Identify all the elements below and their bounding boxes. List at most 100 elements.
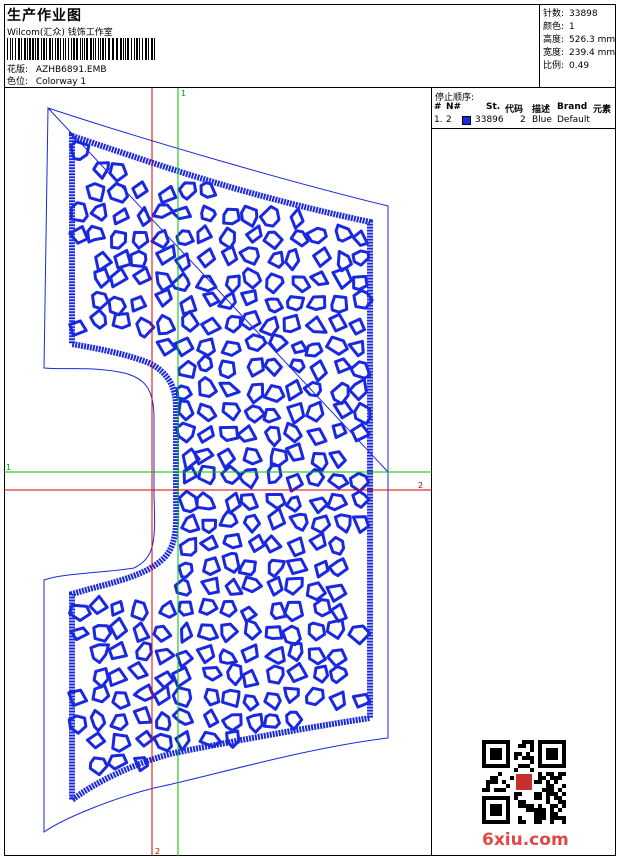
lace-cell bbox=[218, 359, 237, 380]
lace-cell bbox=[91, 683, 111, 704]
row-stitches: 33896 bbox=[475, 115, 504, 125]
stat-value: 239.4 mm bbox=[569, 48, 616, 58]
lace-cell bbox=[151, 203, 175, 219]
lace-cell bbox=[67, 714, 88, 735]
lace-cell bbox=[177, 489, 199, 514]
stat-scale: 比例: 0.49 bbox=[543, 58, 589, 71]
lace-cell bbox=[135, 729, 155, 748]
lace-cell bbox=[350, 422, 371, 443]
lace-cell bbox=[177, 359, 197, 379]
lace-cell bbox=[69, 139, 91, 161]
lace-cell bbox=[328, 665, 349, 685]
color-swatch bbox=[462, 116, 471, 125]
lace-cell bbox=[264, 425, 282, 448]
lace-cell bbox=[286, 536, 306, 558]
lace-cell bbox=[175, 649, 194, 669]
lace-cell bbox=[108, 162, 128, 183]
lace-cell bbox=[349, 360, 372, 380]
lace-cell bbox=[201, 518, 218, 535]
lace-cell bbox=[240, 605, 258, 623]
lace-cell bbox=[155, 711, 172, 732]
lace-cell bbox=[246, 712, 264, 734]
lace-cell bbox=[351, 490, 371, 509]
lace-cell bbox=[201, 666, 223, 682]
lace-cell bbox=[284, 576, 304, 596]
lace-cell bbox=[328, 535, 346, 556]
lace-cell bbox=[267, 558, 286, 578]
lace-cell bbox=[304, 315, 328, 334]
lace-cell bbox=[262, 230, 284, 251]
lace-cell bbox=[267, 250, 285, 269]
lace-cell bbox=[222, 207, 241, 226]
lace-cell bbox=[309, 270, 330, 287]
lace-cell bbox=[283, 421, 303, 444]
lace-cell bbox=[258, 315, 280, 337]
red-horizontal-label: 2 bbox=[418, 481, 423, 490]
lace-cell bbox=[310, 514, 332, 535]
lace-cell bbox=[285, 495, 302, 513]
design-stats: 针数: 33898 颜色: 1 高度: 526.3 mm 宽度: 239.4 mm 比例… bbox=[540, 4, 616, 88]
lace-cell bbox=[226, 662, 243, 687]
lace-cell bbox=[329, 602, 348, 623]
lace-cell bbox=[106, 182, 129, 204]
lace-cell bbox=[265, 493, 287, 510]
stat-width: 宽度: 239.4 mm bbox=[543, 45, 615, 58]
lace-cell bbox=[242, 447, 263, 466]
stat-label: 针数: bbox=[543, 9, 565, 19]
lace-cell bbox=[107, 295, 127, 317]
lace-cell bbox=[111, 691, 131, 710]
lace-cell bbox=[203, 687, 221, 707]
stat-height: 高度: 526.3 mm bbox=[543, 32, 615, 45]
lace-cell bbox=[202, 291, 221, 308]
col-code: 代码 bbox=[505, 105, 524, 115]
lace-cell bbox=[171, 665, 192, 689]
lace-cell bbox=[152, 732, 173, 753]
lace-cell bbox=[174, 421, 197, 444]
lace-cell bbox=[197, 464, 216, 486]
lace-cell bbox=[154, 670, 175, 690]
lace-cell bbox=[109, 713, 129, 732]
lace-cell bbox=[334, 357, 353, 374]
lace-cell bbox=[127, 661, 149, 680]
lace-cell bbox=[262, 384, 286, 403]
lace-cell bbox=[132, 706, 153, 725]
lace-cell bbox=[285, 378, 304, 402]
lace-cell bbox=[308, 496, 329, 515]
embroidery-design[interactable]: 1 1 2 2 bbox=[4, 88, 432, 856]
lace-cell bbox=[182, 465, 199, 485]
lace-cell bbox=[221, 551, 241, 574]
lace-cell bbox=[86, 224, 106, 244]
lace-cell bbox=[243, 618, 262, 641]
lace-cell bbox=[89, 709, 107, 733]
lace-cell bbox=[351, 229, 369, 247]
lace-cell bbox=[110, 229, 128, 250]
lace-cell bbox=[269, 601, 288, 621]
lace-cell bbox=[150, 228, 170, 250]
lace-cell bbox=[135, 316, 156, 339]
stop-sequence-row[interactable]: 1. 2 33896 2 Blue Default bbox=[432, 115, 616, 126]
lace-cell bbox=[111, 732, 132, 753]
lace-cell bbox=[154, 647, 176, 666]
stat-label: 宽度: bbox=[543, 48, 565, 58]
green-vertical-label: 1 bbox=[181, 89, 186, 98]
lace-cell bbox=[239, 204, 259, 228]
design-preview[interactable]: 1 1 2 2 bbox=[4, 88, 432, 856]
lace-cell bbox=[224, 274, 241, 294]
lace-cell bbox=[239, 310, 262, 331]
header-info: 生产作业图 Wilcom(汇众) 钱饰工作室 花版: AZHB6891.EMB … bbox=[4, 4, 540, 88]
lace-cell bbox=[348, 471, 371, 493]
lace-cell bbox=[313, 598, 332, 618]
stat-value: 526.3 mm bbox=[569, 35, 616, 45]
lace-cell bbox=[246, 382, 265, 405]
lace-cell bbox=[109, 267, 129, 289]
qr-code-icon bbox=[482, 740, 566, 824]
lace-cell bbox=[92, 624, 113, 643]
lace-cell bbox=[246, 357, 265, 378]
lace-cell bbox=[307, 621, 327, 642]
lace-cell bbox=[264, 297, 284, 314]
lace-cell bbox=[110, 600, 125, 617]
lace-cell bbox=[328, 690, 346, 711]
lace-cell bbox=[218, 425, 240, 442]
lace-cell bbox=[351, 515, 370, 534]
watermark: 6xiu.com bbox=[482, 830, 569, 850]
